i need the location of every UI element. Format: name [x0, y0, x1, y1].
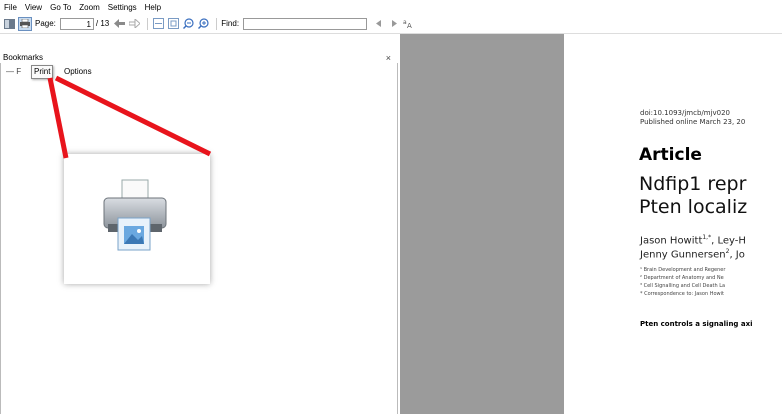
- article-title-line2: Pten localiz: [639, 196, 748, 218]
- pdf-page: doi:10.1093/jmcb/mjv020 Published online…: [564, 34, 782, 414]
- affiliation-3: ³ Cell Signalling and Cell Death La: [640, 283, 726, 289]
- affiliation-1: ¹ Brain Development and Regener: [640, 267, 726, 273]
- viewer-background: [400, 34, 564, 414]
- abstract-start: Pten controls a signaling axi: [640, 320, 753, 328]
- article-title-line1: Ndfip1 repr: [639, 173, 747, 195]
- section-heading: Article: [639, 145, 702, 165]
- authors-line1: Jason Howitt1,*, Ley-H: [640, 234, 746, 247]
- published-text: Published online March 23, 20: [640, 118, 746, 126]
- affiliation-2: ² Department of Anatomy and Ne: [640, 275, 724, 281]
- affiliation-4: * Correspondence to: Jason Howit: [640, 291, 724, 297]
- doi-text: doi:10.1093/jmcb/mjv020: [640, 109, 731, 117]
- authors-line2: Jenny Gunnersen2, Jo: [640, 248, 745, 261]
